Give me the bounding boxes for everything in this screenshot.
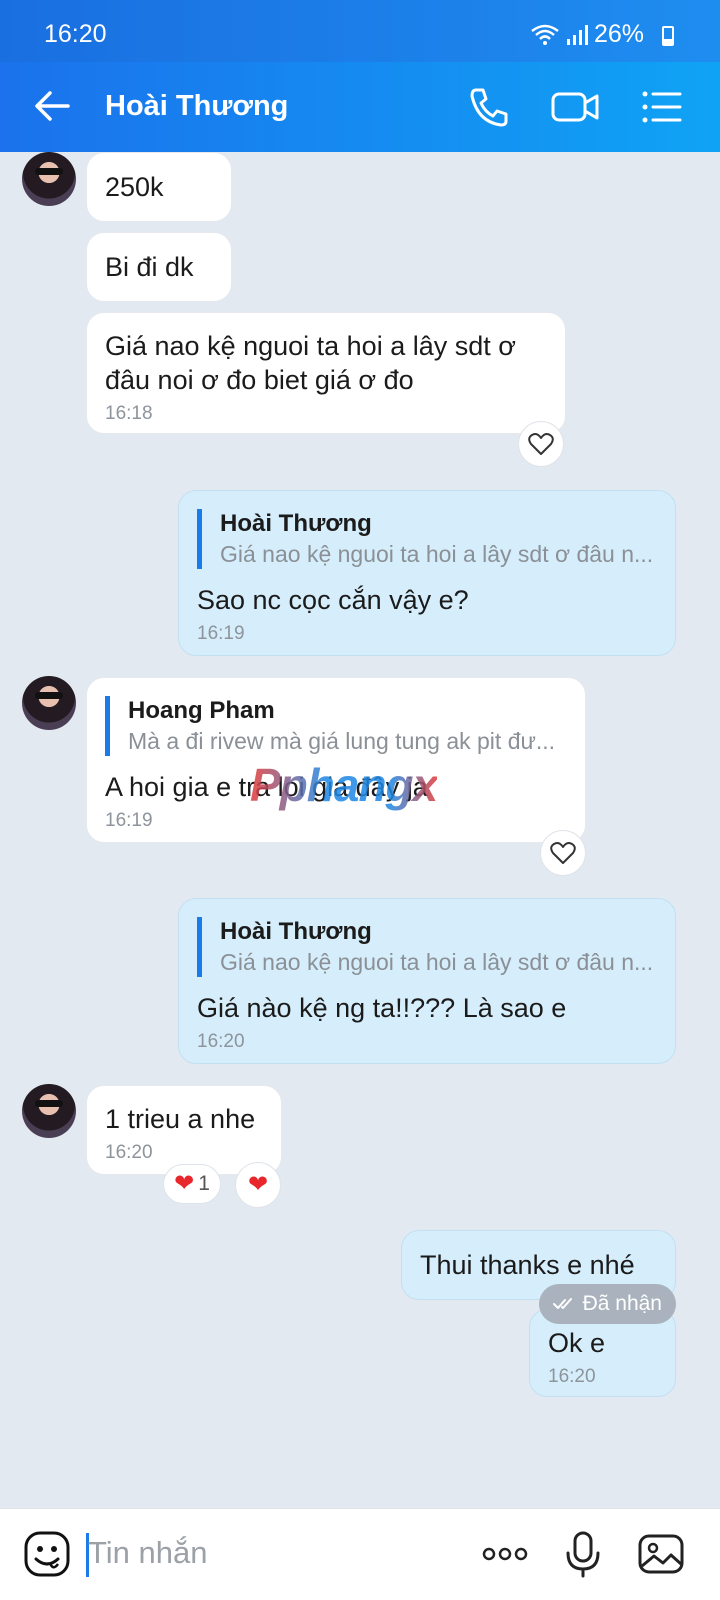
message-bubble-incoming[interactable]: Giá nao kệ nguoi ta hoi a lây sdt ơ đâu … <box>86 312 566 434</box>
quote-text: Mà a đi rivew mà giá lung tung ak pit đư… <box>128 728 556 754</box>
delivery-status-badge: Đã nhận <box>538 1284 676 1324</box>
message-time: 16:20 <box>105 1142 153 1163</box>
avatar[interactable] <box>22 1084 76 1138</box>
message-text: 1 trieu a nhe <box>105 1104 256 1134</box>
message-text: Giá nao kệ nguoi ta hoi a lây sdt ơ đâu … <box>105 331 516 395</box>
phone-call-icon[interactable] <box>464 82 514 132</box>
menu-list-icon[interactable] <box>636 82 686 132</box>
quote-text: Giá nao kệ nguoi ta hoi a lây sdt ơ đâu … <box>220 949 654 975</box>
signal-icon <box>566 24 588 45</box>
quote-author: Hoài Thương <box>220 510 372 537</box>
status-time: 16:20 <box>44 20 107 48</box>
message-bubble-outgoing[interactable]: Hoài Thương Giá nao kệ nguoi ta hoi a lâ… <box>178 898 676 1064</box>
react-heart-button[interactable] <box>540 830 586 876</box>
message-input[interactable]: Tin nhắn <box>88 1535 208 1571</box>
message-composer: Tin nhắn <box>0 1508 720 1600</box>
status-icons: 26% <box>530 20 668 49</box>
message-text: Giá nào kệ ng ta!!??? Là sao e <box>197 993 567 1023</box>
message-bubble-incoming[interactable]: 250k <box>86 152 232 222</box>
reaction-summary[interactable]: ❤ 1 <box>163 1164 221 1204</box>
wifi-icon <box>531 24 559 45</box>
contact-name[interactable]: Hoài Thương <box>105 90 288 123</box>
message-text: 250k <box>105 172 164 202</box>
message-bubble-incoming[interactable]: Bi đi dk <box>86 232 232 302</box>
back-arrow-icon[interactable] <box>30 84 74 128</box>
quoted-message[interactable]: Hoài Thương Giá nao kệ nguoi ta hoi a lâ… <box>197 917 657 977</box>
avatar[interactable] <box>22 676 76 730</box>
message-text: Sao nc cọc cắn vậy e? <box>197 585 469 615</box>
message-text: Thui thanks e nhé <box>420 1250 635 1280</box>
react-heart-button[interactable] <box>518 421 564 467</box>
battery-icon <box>662 26 674 46</box>
quoted-message[interactable]: Hoang Pham Mà a đi rivew mà giá lung tun… <box>105 696 567 756</box>
react-heart-button[interactable]: ❤ <box>235 1162 281 1208</box>
reaction-count: 1 <box>198 1172 210 1195</box>
message-time: 16:20 <box>548 1366 596 1387</box>
message-bubble-outgoing[interactable]: Hoài Thương Giá nao kệ nguoi ta hoi a lâ… <box>178 490 676 656</box>
quoted-message[interactable]: Hoài Thương Giá nao kệ nguoi ta hoi a lâ… <box>197 509 657 569</box>
heart-outline-icon <box>528 433 554 455</box>
heart-outline-icon <box>550 842 576 864</box>
heart-filled-icon: ❤ <box>247 1171 269 1198</box>
video-call-icon[interactable] <box>550 82 600 132</box>
more-options-icon[interactable] <box>480 1529 530 1579</box>
battery-level: 26% <box>593 20 644 48</box>
double-check-icon <box>552 1298 572 1309</box>
chat-header: Hoài Thương <box>0 62 720 152</box>
avatar[interactable] <box>22 152 76 206</box>
message-text: Ok e <box>548 1328 606 1358</box>
message-time: 16:20 <box>197 1031 245 1052</box>
sticker-emoji-icon[interactable] <box>22 1529 72 1579</box>
quote-author: Hoài Thương <box>220 918 372 945</box>
message-time: 16:19 <box>197 623 245 644</box>
heart-filled-icon: ❤ <box>174 1170 195 1197</box>
image-gallery-icon[interactable] <box>636 1529 686 1579</box>
quote-text: Giá nao kệ nguoi ta hoi a lây sdt ơ đâu … <box>220 541 654 567</box>
quote-author: Hoang Pham <box>128 697 275 724</box>
message-time: 16:19 <box>105 810 153 831</box>
delivery-status-text: Đã nhận <box>582 1292 662 1315</box>
message-text: Bi đi dk <box>105 252 194 282</box>
watermark-logo: Pphangx <box>250 759 438 811</box>
message-time: 16:18 <box>105 403 153 424</box>
status-bar: 16:20 26% <box>0 0 720 62</box>
microphone-icon[interactable] <box>558 1529 608 1579</box>
